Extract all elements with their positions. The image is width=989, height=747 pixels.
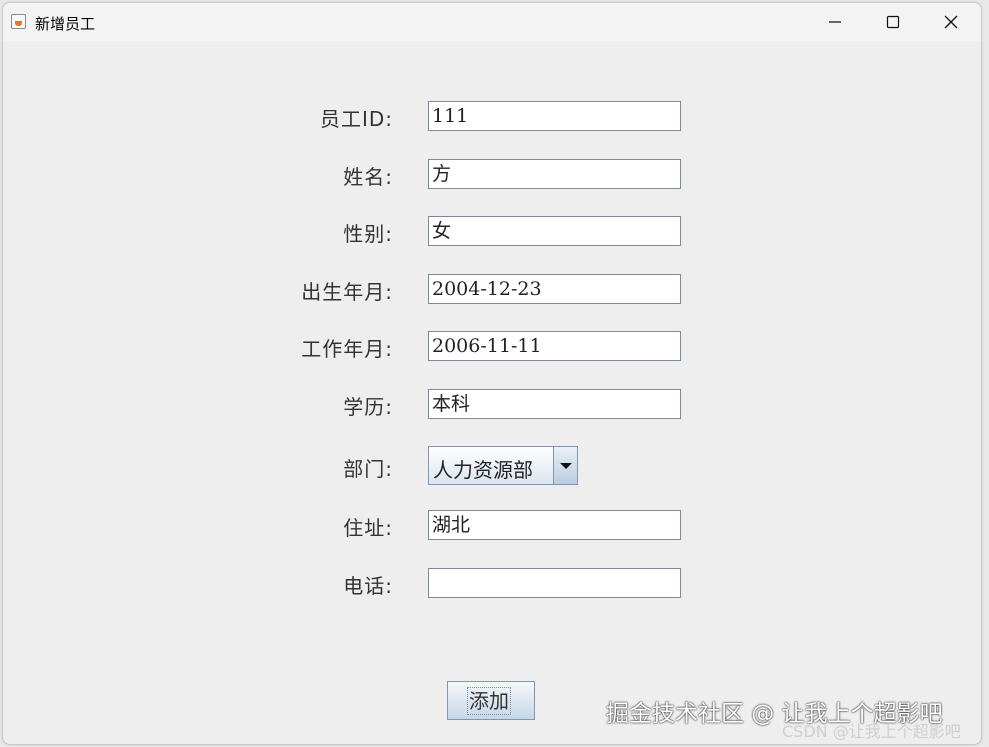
maximize-button[interactable]: [864, 3, 922, 41]
education-input[interactable]: 本科: [428, 389, 681, 419]
birth-date-input[interactable]: 2004-12-23: [428, 274, 681, 304]
work-date-label: 工作年月:: [301, 337, 393, 361]
education-label: 学历:: [343, 395, 393, 419]
phone-label: 电话:: [343, 574, 393, 598]
employee-id-label: 员工ID:: [319, 107, 393, 131]
close-icon: [944, 15, 958, 29]
java-app-icon: [11, 14, 26, 29]
department-selected-value: 人力资源部: [433, 458, 533, 482]
name-label: 姓名:: [343, 165, 393, 189]
gender-label: 性别:: [343, 222, 393, 246]
minimize-icon: [829, 21, 841, 23]
window-title: 新增员工: [35, 15, 96, 33]
phone-input[interactable]: [428, 568, 681, 598]
chevron-down-icon[interactable]: [553, 447, 577, 484]
work-date-input[interactable]: 2006-11-11: [428, 331, 681, 361]
watermark-subtext: CSDN @让我上个超影吧: [782, 722, 961, 741]
birth-date-label: 出生年月:: [301, 280, 393, 304]
close-button[interactable]: [922, 3, 980, 41]
add-button-label: 添加: [467, 687, 511, 715]
minimize-button[interactable]: [806, 3, 864, 41]
add-button[interactable]: 添加: [447, 681, 535, 720]
department-select[interactable]: 人力资源部: [428, 446, 578, 485]
title-bar[interactable]: 新增员工: [3, 3, 981, 41]
department-label: 部门:: [343, 457, 393, 481]
address-label: 住址:: [343, 516, 393, 540]
gender-input[interactable]: 女: [428, 216, 681, 246]
maximize-icon: [886, 15, 900, 29]
address-input[interactable]: 湖北: [428, 510, 681, 540]
employee-id-input[interactable]: 111: [428, 101, 681, 131]
add-employee-window: 新增员工 员工ID: 111 姓名: 方 性别: 女 出生年月: 2004-12…: [2, 2, 982, 745]
name-input[interactable]: 方: [428, 159, 681, 189]
